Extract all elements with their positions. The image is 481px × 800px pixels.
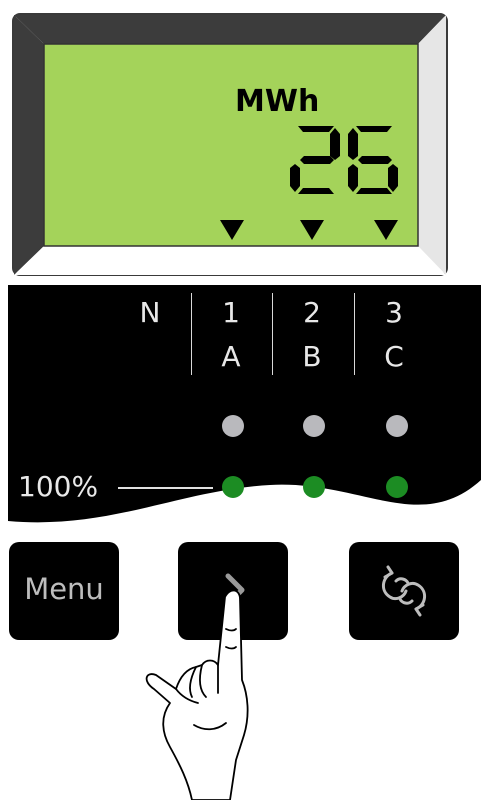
phase-3-marker bbox=[374, 220, 398, 240]
divider bbox=[272, 293, 273, 375]
phase-label-neutral: N bbox=[139, 296, 161, 329]
pointing-hand-icon bbox=[145, 589, 249, 800]
led-phase-3-top bbox=[386, 415, 408, 437]
load-level-line bbox=[118, 487, 213, 489]
divider bbox=[191, 293, 192, 375]
menu-button[interactable]: Menu bbox=[9, 542, 119, 640]
led-phase-2-bottom bbox=[303, 476, 325, 498]
lcd-value-digits bbox=[290, 126, 398, 194]
divider bbox=[354, 293, 355, 375]
phase-label-1: 1 bbox=[222, 296, 240, 329]
phase-2-marker bbox=[300, 220, 324, 240]
led-phase-1-bottom bbox=[222, 476, 244, 498]
phase-label-2: 2 bbox=[303, 296, 321, 329]
phase-label-B: B bbox=[302, 340, 322, 373]
cycle-button[interactable] bbox=[349, 542, 459, 640]
phase-1-marker bbox=[220, 220, 244, 240]
cycle-arrows-icon bbox=[382, 565, 426, 617]
led-phase-3-bottom bbox=[386, 476, 408, 498]
load-level-label: 100% bbox=[18, 470, 99, 503]
menu-button-label: Menu bbox=[24, 572, 104, 606]
phase-label-C: C bbox=[384, 340, 404, 373]
phase-label-A: A bbox=[221, 340, 241, 373]
phase-label-3: 3 bbox=[385, 296, 403, 329]
led-phase-2-top bbox=[303, 415, 325, 437]
unit-label: MWh bbox=[235, 84, 320, 119]
led-phase-1-top bbox=[222, 415, 244, 437]
